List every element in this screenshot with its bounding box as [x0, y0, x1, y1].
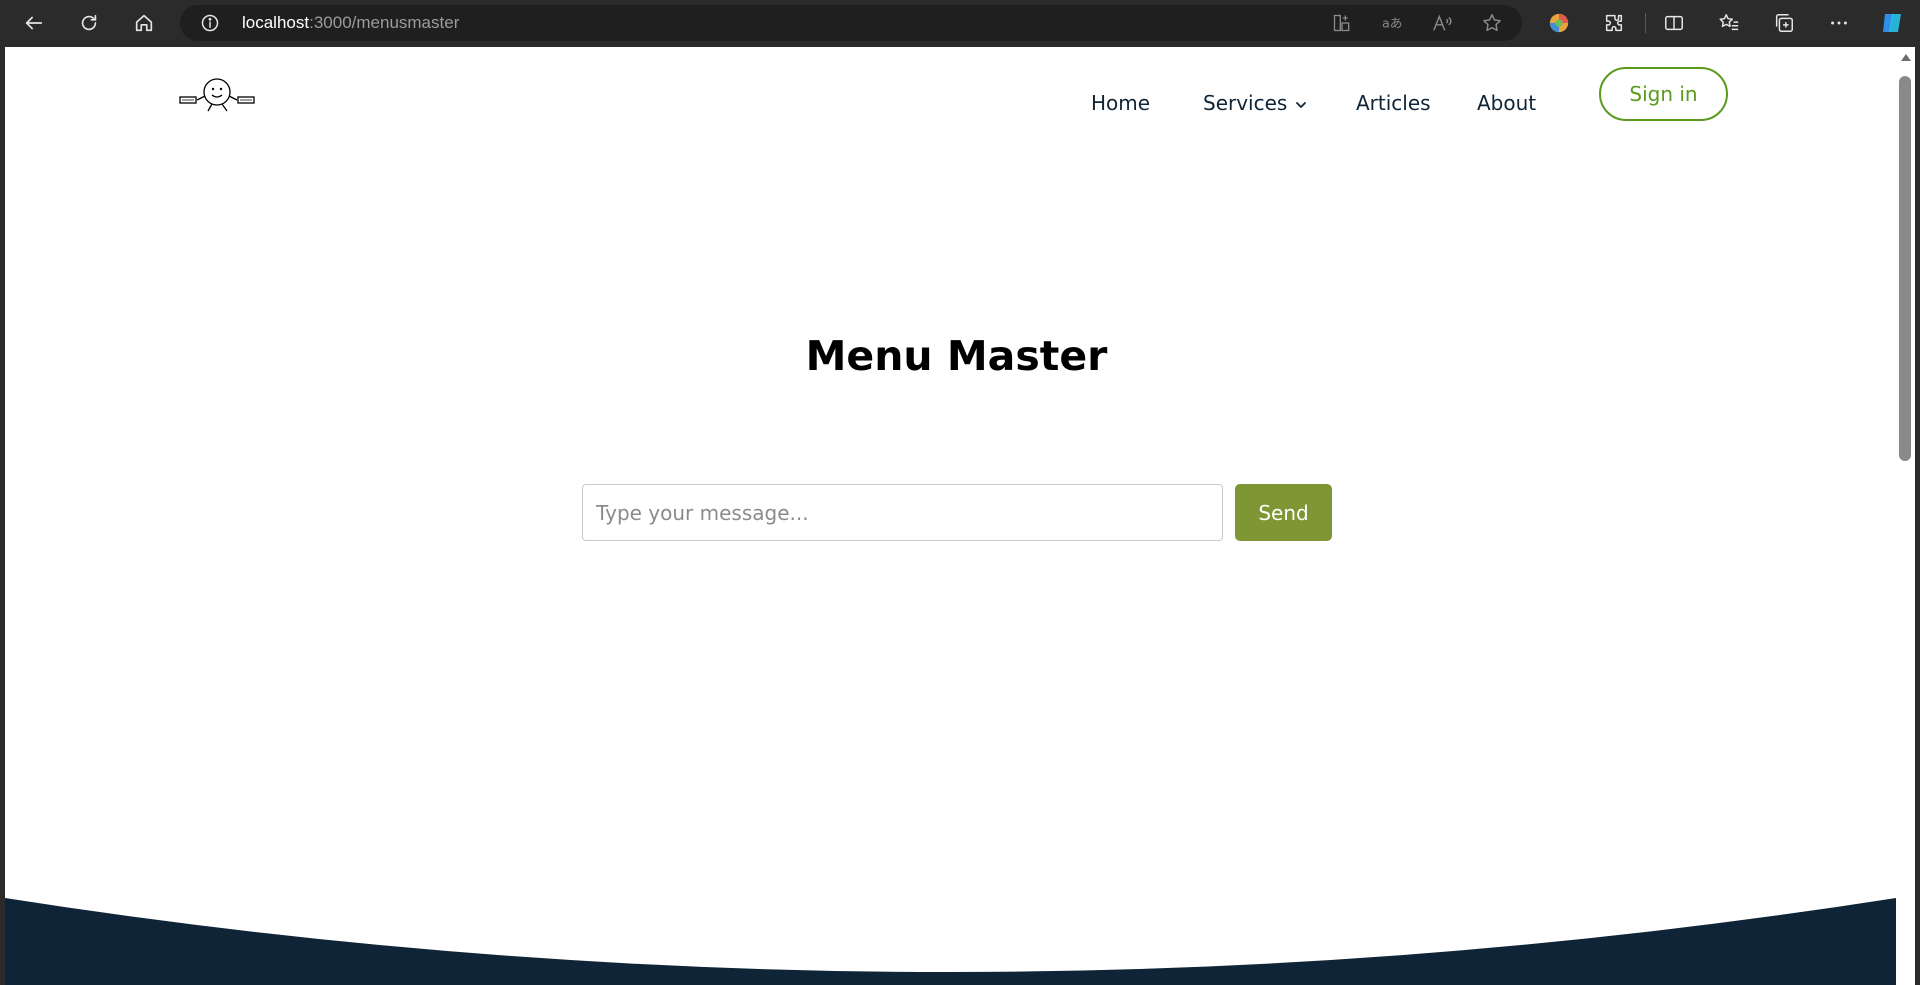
footer-wave [5, 898, 1896, 985]
copilot-icon[interactable] [1879, 10, 1905, 36]
favorite-star-icon[interactable] [1481, 12, 1503, 34]
favorites-list-icon[interactable] [1716, 10, 1742, 36]
chevron-down-icon [1296, 101, 1307, 108]
send-button[interactable]: Send [1235, 484, 1332, 541]
url-host: localhost [242, 13, 310, 32]
extensions-icon[interactable] [1601, 10, 1627, 36]
read-aloud-icon[interactable] [1431, 12, 1453, 34]
profile-color-icon[interactable] [1546, 10, 1572, 36]
back-button[interactable] [16, 5, 52, 41]
nav-about[interactable]: About [1477, 83, 1536, 123]
address-bar[interactable]: localhost:3000/menusmaster aあ [180, 5, 1522, 41]
url-text[interactable]: localhost:3000/menusmaster [242, 5, 459, 41]
translate-icon[interactable]: aあ [1381, 12, 1403, 34]
home-button[interactable] [126, 5, 162, 41]
sign-in-button[interactable]: Sign in [1599, 67, 1728, 121]
scrollbar-thumb[interactable] [1899, 76, 1911, 461]
site-logo[interactable] [177, 74, 257, 114]
back-arrow-icon [25, 16, 43, 30]
nav-home[interactable]: Home [1091, 83, 1150, 123]
refresh-button[interactable] [71, 5, 107, 41]
info-icon[interactable] [200, 13, 220, 33]
app-available-icon[interactable] [1331, 12, 1353, 34]
svg-text:aあ: aあ [1382, 16, 1403, 31]
page-title: Menu Master [805, 332, 1108, 380]
nav-articles[interactable]: Articles [1356, 83, 1431, 123]
nav-services-label: Services [1203, 91, 1288, 115]
message-input[interactable] [582, 484, 1223, 541]
split-screen-icon[interactable] [1661, 10, 1687, 36]
toolbar-separator [1645, 13, 1646, 33]
page-viewport: Home Services Articles About Sign in Men… [5, 47, 1896, 985]
refresh-icon [81, 14, 97, 31]
browser-toolbar: localhost:3000/menusmaster aあ [0, 0, 1920, 46]
home-icon [135, 14, 153, 32]
more-options-icon[interactable] [1826, 10, 1852, 36]
nav-services[interactable]: Services [1203, 83, 1307, 123]
url-path: :3000/menusmaster [309, 13, 460, 32]
scroll-up-arrow-icon[interactable] [1901, 54, 1911, 61]
collections-icon[interactable] [1771, 10, 1797, 36]
